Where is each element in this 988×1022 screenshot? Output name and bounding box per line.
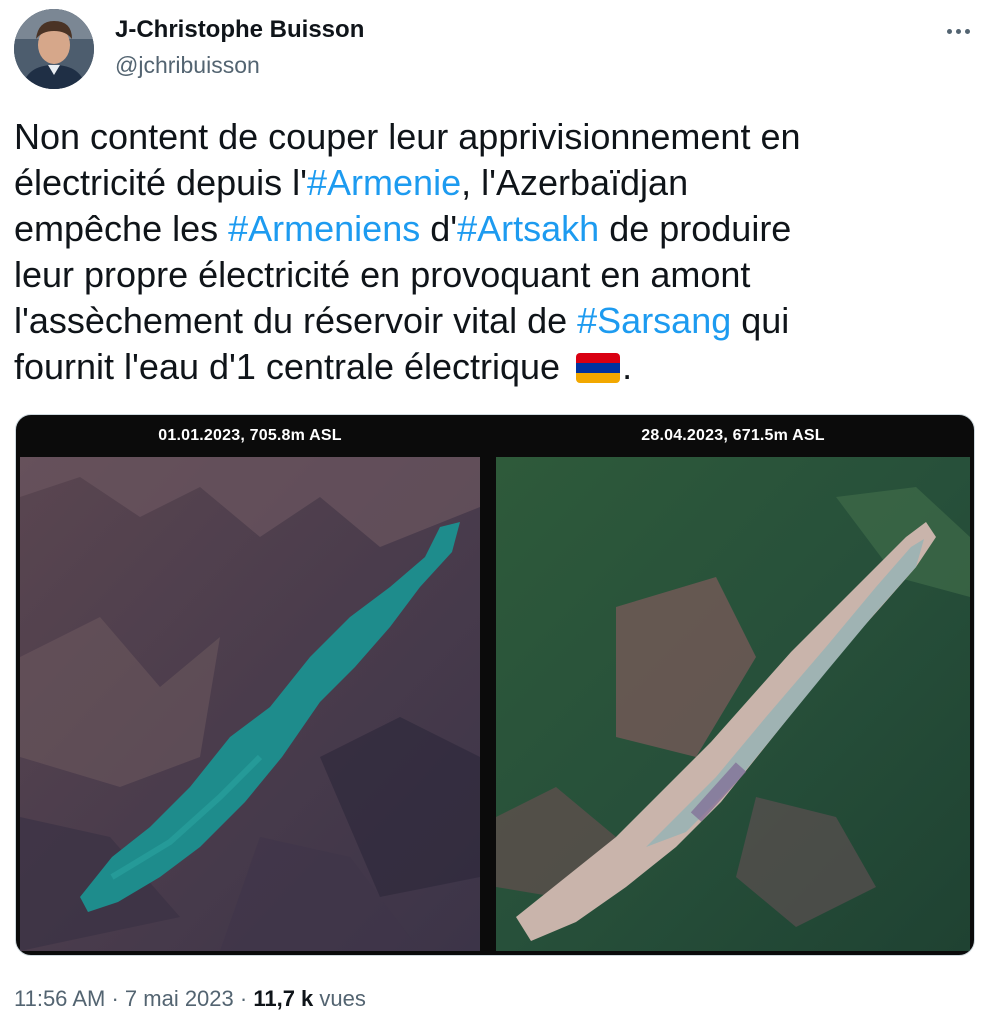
tweet-time[interactable]: 11:56 AM [14, 986, 105, 1011]
armenia-flag-icon [576, 353, 621, 383]
media-caption-before: 01.01.2023, 705.8m ASL [158, 427, 342, 444]
hashtag-link[interactable]: #Sarsang [577, 300, 731, 341]
author-handle[interactable]: @jchribuisson [115, 52, 260, 79]
tweet-text-line: empêche les #Armeniens d'#Artsakh de pro… [14, 206, 974, 252]
avatar[interactable] [14, 9, 94, 89]
tweet-text-line: électricité depuis l'#Armenie, l'Azerbaï… [14, 160, 974, 206]
tweet-text-segment: l'assèchement du réservoir vital de [14, 300, 578, 341]
meta-separator: · [239, 986, 248, 1011]
media-caption-after: 28.04.2023, 671.5m ASL [641, 427, 825, 444]
tweet-text-segment: d' [420, 208, 458, 249]
media-panel-after: 28.04.2023, 671.5m ASL [492, 415, 974, 955]
more-options-icon[interactable] [940, 18, 976, 44]
tweet-text-segment: , l'Azerbaïdjan [461, 162, 689, 203]
hashtag-link[interactable]: #Armenie [307, 162, 461, 203]
meta-separator: · [111, 986, 119, 1011]
satellite-image-before[interactable] [20, 457, 480, 951]
tweet-text-segment: empêche les [14, 208, 229, 249]
tweet-text-line: Non content de couper leur apprivisionne… [14, 114, 974, 160]
tweet-text-segment: fournit l'eau d'1 centrale électrique [14, 346, 571, 387]
tweet-text-segment: de produire [599, 208, 792, 249]
tweet-text-segment: Non content de couper leur apprivisionne… [14, 116, 801, 157]
tweet-text-segment: . [622, 346, 633, 387]
tweet: J-Christophe Buisson @jchribuisson Non c… [0, 0, 988, 1022]
tweet-text-segment: qui [731, 300, 790, 341]
hashtag-link[interactable]: #Armeniens [228, 208, 420, 249]
tweet-meta: 11:56 AM · 7 mai 2023 · 11,7 k vues [14, 986, 366, 1012]
tweet-date[interactable]: 7 mai 2023 [125, 986, 234, 1011]
tweet-media[interactable]: 01.01.2023, 705.8m ASL 28.04.2023, 671.5… [15, 414, 975, 956]
tweet-text-line: leur propre électricité en provoquant en… [14, 252, 974, 298]
author-name[interactable]: J-Christophe Buisson [115, 16, 364, 44]
media-panel-before: 01.01.2023, 705.8m ASL [16, 415, 484, 955]
tweet-text-line: l'assèchement du réservoir vital de #Sar… [14, 298, 974, 344]
views-label: vues [319, 986, 366, 1011]
tweet-text: Non content de couper leur apprivisionne… [14, 114, 974, 390]
views-count: 11,7 k [253, 986, 314, 1011]
tweet-text-segment: leur propre électricité en provoquant en… [14, 254, 751, 295]
satellite-image-after[interactable] [496, 457, 970, 951]
hashtag-link[interactable]: #Artsakh [457, 208, 599, 249]
tweet-text-line: fournit l'eau d'1 centrale électrique . [14, 344, 974, 390]
tweet-text-segment: électricité depuis l' [14, 162, 308, 203]
